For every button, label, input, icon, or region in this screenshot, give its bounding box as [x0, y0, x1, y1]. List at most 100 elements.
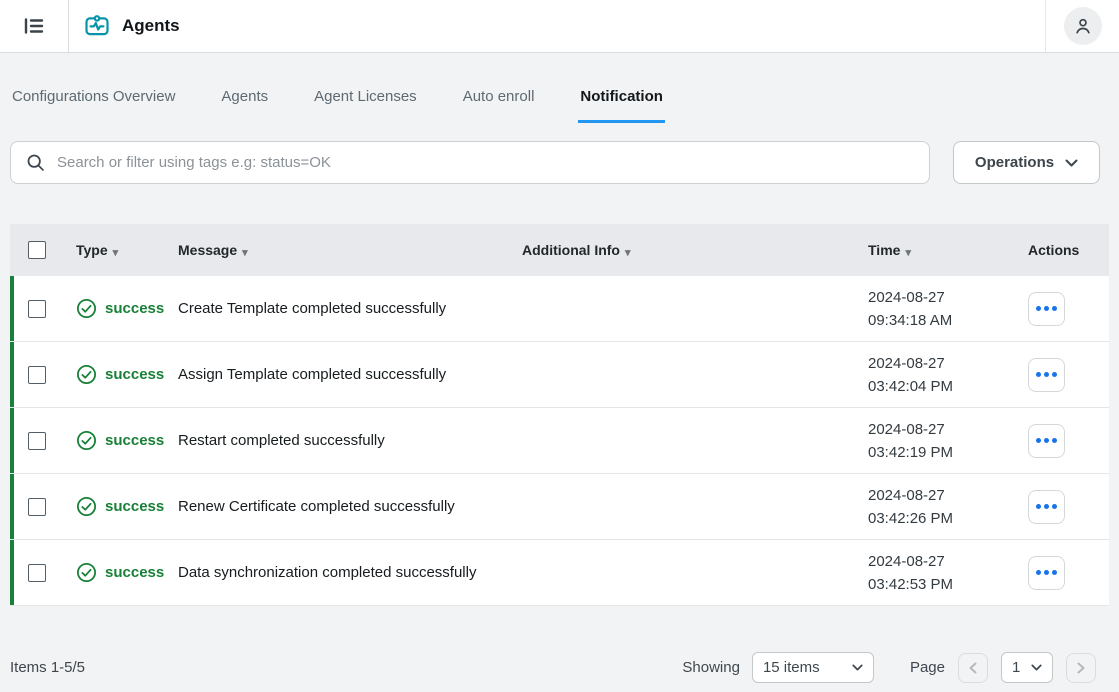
table-row: success Renew Certificate completed succ… [10, 474, 1109, 540]
ellipsis-icon [1036, 306, 1041, 311]
toolbar: Operations [0, 123, 1119, 184]
success-check-icon [76, 298, 97, 319]
next-page-button[interactable] [1066, 653, 1096, 683]
column-label-message: Message [178, 242, 237, 258]
user-wrap [1045, 0, 1119, 52]
current-page-select[interactable]: 1 [1001, 652, 1053, 683]
tab-configurations-overview[interactable]: Configurations Overview [10, 88, 177, 123]
date-value: 2024-08-27 [868, 418, 1018, 441]
search-box [10, 141, 930, 184]
row-checkbox[interactable] [28, 432, 46, 450]
message-cell: Restart completed successfully [168, 432, 512, 449]
time-cell: 2024-08-27 03:42:19 PM [858, 418, 1018, 464]
status-badge: success [105, 432, 164, 449]
column-label-time: Time [868, 242, 900, 258]
hamburger-menu-button[interactable] [22, 14, 46, 38]
previous-page-button[interactable] [958, 653, 988, 683]
row-actions-button[interactable] [1028, 490, 1065, 524]
row-actions-button[interactable] [1028, 556, 1065, 590]
search-input[interactable] [10, 141, 930, 184]
user-icon [1073, 16, 1093, 36]
type-cell: success [66, 562, 168, 583]
row-checkbox[interactable] [28, 498, 46, 516]
chevron-right-icon [1077, 662, 1085, 674]
time-cell: 2024-08-27 09:34:18 AM [858, 286, 1018, 332]
date-value: 2024-08-27 [868, 484, 1018, 507]
row-checkbox-cell [10, 564, 66, 582]
message-cell: Create Template completed successfully [168, 300, 512, 317]
tab-notification[interactable]: Notification [578, 88, 665, 123]
success-check-icon [76, 496, 97, 517]
page-size-select[interactable]: 15 items [752, 652, 874, 683]
row-checkbox-cell [10, 498, 66, 516]
ellipsis-icon [1036, 570, 1041, 575]
actions-cell [1018, 490, 1109, 524]
type-cell: success [66, 364, 168, 385]
notifications-table: Type ▾ Message ▾ Additional Info ▾ Time … [10, 224, 1109, 606]
row-actions-button[interactable] [1028, 292, 1065, 326]
time-cell: 2024-08-27 03:42:26 PM [858, 484, 1018, 530]
tab-agents[interactable]: Agents [219, 88, 270, 123]
table-row: success Assign Template completed succes… [10, 342, 1109, 408]
type-cell: success [66, 496, 168, 517]
chevron-left-icon [969, 662, 977, 674]
row-checkbox-cell [10, 366, 66, 384]
chevron-down-icon [1065, 159, 1078, 167]
table-row: success Create Template completed succes… [10, 276, 1109, 342]
row-checkbox-cell [10, 300, 66, 318]
time-cell: 2024-08-27 03:42:53 PM [858, 550, 1018, 596]
column-header-type[interactable]: Type ▾ [66, 242, 168, 258]
page-label: Page [910, 659, 945, 676]
pagination-footer: Items 1-5/5 Showing 15 items Page 1 [0, 652, 1119, 683]
status-badge: success [105, 366, 164, 383]
page-title: Agents [122, 16, 180, 36]
message-cell: Renew Certificate completed successfully [168, 498, 512, 515]
row-actions-button[interactable] [1028, 358, 1065, 392]
column-header-additional-info[interactable]: Additional Info ▾ [512, 242, 858, 258]
message-cell: Data synchronization completed successfu… [168, 564, 512, 581]
search-icon [25, 152, 46, 173]
select-all-checkbox[interactable] [28, 241, 46, 259]
tab-auto-enroll[interactable]: Auto enroll [461, 88, 537, 123]
column-label-additional-info: Additional Info [522, 242, 620, 258]
agents-app-icon [83, 12, 111, 40]
date-value: 2024-08-27 [868, 286, 1018, 309]
row-checkbox[interactable] [28, 300, 46, 318]
time-value: 09:34:18 AM [868, 309, 1018, 332]
success-check-icon [76, 364, 97, 385]
ellipsis-icon [1036, 504, 1041, 509]
row-checkbox[interactable] [28, 366, 46, 384]
top-bar: Agents [0, 0, 1119, 53]
ellipsis-icon [1036, 372, 1041, 377]
row-actions-button[interactable] [1028, 424, 1065, 458]
time-value: 03:42:04 PM [868, 375, 1018, 398]
type-cell: success [66, 298, 168, 319]
chevron-down-icon [852, 664, 863, 671]
status-badge: success [105, 564, 164, 581]
user-profile-button[interactable] [1064, 7, 1102, 45]
hamburger-icon [22, 14, 46, 38]
tab-bar: Configurations Overview Agents Agent Lic… [0, 53, 1119, 123]
column-header-time[interactable]: Time ▾ [858, 242, 1018, 258]
operations-dropdown-button[interactable]: Operations [953, 141, 1100, 184]
sort-icon-type[interactable]: ▾ [113, 248, 119, 259]
sort-icon-time[interactable]: ▾ [905, 248, 911, 259]
chevron-down-icon [1031, 664, 1042, 671]
topbar-spacer [180, 0, 1045, 52]
tab-agent-licenses[interactable]: Agent Licenses [312, 88, 419, 123]
column-label-actions: Actions [1028, 242, 1079, 258]
footer-controls: Showing 15 items Page 1 [682, 652, 1096, 683]
status-badge: success [105, 300, 164, 317]
actions-cell [1018, 424, 1109, 458]
date-value: 2024-08-27 [868, 550, 1018, 573]
ellipsis-icon [1036, 438, 1041, 443]
message-cell: Assign Template completed successfully [168, 366, 512, 383]
actions-cell [1018, 358, 1109, 392]
time-value: 03:42:53 PM [868, 573, 1018, 596]
sort-icon-additional-info[interactable]: ▾ [625, 248, 631, 259]
hamburger-wrap [0, 0, 69, 52]
sort-icon-message[interactable]: ▾ [242, 248, 248, 259]
row-checkbox[interactable] [28, 564, 46, 582]
column-header-actions: Actions [1018, 242, 1109, 258]
column-header-message[interactable]: Message ▾ [168, 242, 512, 258]
